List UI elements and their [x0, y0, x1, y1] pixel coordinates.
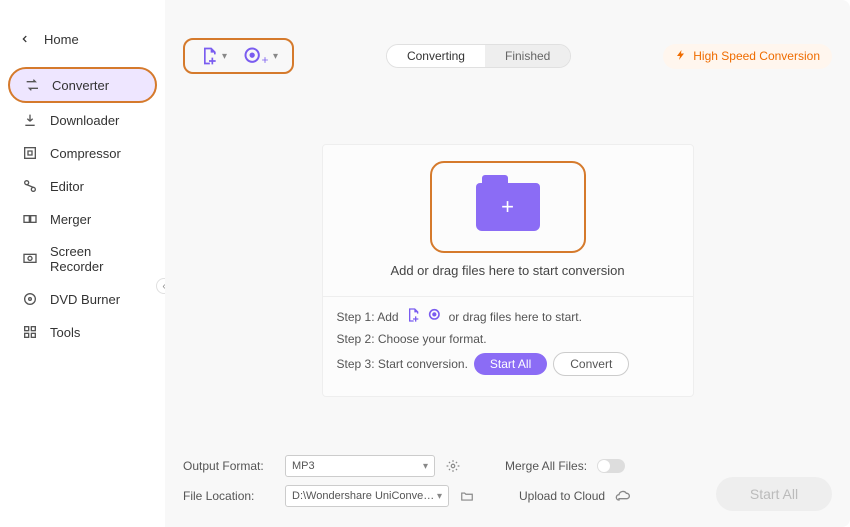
step1-label-a: Step 1: Add — [337, 310, 399, 324]
sidebar-item-label: Compressor — [50, 146, 121, 161]
merge-all-toggle[interactable] — [597, 459, 625, 473]
tab-converting[interactable]: Converting — [387, 45, 485, 67]
file-location-label: File Location: — [183, 489, 275, 503]
back-icon — [20, 32, 30, 47]
merge-all-label: Merge All Files: — [505, 459, 587, 473]
file-location-value: D:\Wondershare UniConverter 1 — [292, 490, 437, 502]
drop-box[interactable]: + — [430, 161, 586, 253]
sidebar-item-label: Converter — [52, 78, 109, 93]
sidebar-item-label: DVD Burner — [50, 292, 120, 307]
chevron-down-icon: ▾ — [222, 51, 227, 62]
home-label: Home — [44, 32, 79, 47]
lightning-icon — [675, 49, 687, 64]
step-1: Step 1: Add or drag files here to start. — [337, 307, 679, 326]
tab-bar: Converting Finished — [386, 44, 571, 68]
high-speed-label: High Speed Conversion — [693, 49, 820, 63]
download-icon — [22, 112, 38, 128]
step2-label: Step 2: Choose your format. — [337, 332, 487, 346]
step1-label-b: or drag files here to start. — [449, 310, 582, 324]
step-3: Step 3: Start conversion. Start All Conv… — [337, 352, 679, 376]
add-file-icon — [405, 307, 421, 326]
step-2: Step 2: Choose your format. — [337, 332, 679, 346]
drop-text: Add or drag files here to start conversi… — [333, 263, 683, 278]
sidebar-item-label: Merger — [50, 212, 91, 227]
file-location-select[interactable]: D:\Wondershare UniConverter 1▾ — [285, 485, 449, 507]
main-panel: ▾ ▾ Converting Finished High Speed Conve… — [165, 0, 850, 527]
sidebar-item-editor[interactable]: Editor — [8, 170, 157, 202]
steps-panel: Step 1: Add or drag files here to start.… — [323, 297, 693, 396]
folder-add-icon: + — [476, 183, 540, 231]
sidebar-item-screen-recorder[interactable]: Screen Recorder — [8, 236, 157, 282]
content-card: + Add or drag files here to start conver… — [322, 144, 694, 397]
sidebar-item-dvd-burner[interactable]: DVD Burner — [8, 283, 157, 315]
step3-label: Step 3: Start conversion. — [337, 357, 468, 371]
tab-finished[interactable]: Finished — [485, 45, 570, 67]
output-format-select[interactable]: MP3▾ — [285, 455, 435, 477]
sidebar-item-merger[interactable]: Merger — [8, 203, 157, 235]
sidebar: Home Converter Downloader Compressor Edi… — [0, 0, 165, 527]
editor-icon — [22, 178, 38, 194]
add-file-button[interactable]: ▾ — [199, 46, 227, 66]
cloud-icon[interactable] — [615, 488, 631, 504]
sidebar-item-tools[interactable]: Tools — [8, 316, 157, 348]
upload-cloud-label: Upload to Cloud — [519, 489, 605, 503]
sidebar-item-label: Downloader — [50, 113, 119, 128]
start-all-button[interactable]: Start All — [716, 477, 832, 511]
high-speed-badge[interactable]: High Speed Conversion — [663, 44, 832, 69]
converter-icon — [24, 77, 40, 93]
merger-icon — [22, 211, 38, 227]
open-folder-icon[interactable] — [459, 488, 475, 504]
settings-gear-icon[interactable] — [445, 458, 461, 474]
sidebar-item-converter[interactable]: Converter — [8, 67, 157, 103]
output-format-value: MP3 — [292, 460, 315, 472]
add-disc-button[interactable]: ▾ — [243, 46, 278, 66]
sidebar-item-label: Editor — [50, 179, 84, 194]
tools-icon — [22, 324, 38, 340]
footer: Output Format: MP3▾ Merge All Files: Fil… — [183, 455, 832, 515]
compressor-icon — [22, 145, 38, 161]
add-source-group: ▾ ▾ — [183, 38, 294, 74]
screen-recorder-icon — [22, 251, 38, 267]
add-disc-icon — [427, 307, 443, 326]
output-format-label: Output Format: — [183, 459, 275, 473]
chevron-down-icon: ▾ — [273, 51, 278, 62]
dvd-icon — [22, 291, 38, 307]
sidebar-item-label: Tools — [50, 325, 80, 340]
sidebar-item-label: Screen Recorder — [50, 244, 143, 274]
sidebar-item-downloader[interactable]: Downloader — [8, 104, 157, 136]
convert-pill[interactable]: Convert — [553, 352, 629, 376]
sidebar-item-compressor[interactable]: Compressor — [8, 137, 157, 169]
home-link[interactable]: Home — [0, 24, 165, 55]
drop-zone[interactable]: + Add or drag files here to start conver… — [323, 145, 693, 297]
start-all-pill[interactable]: Start All — [474, 353, 547, 375]
